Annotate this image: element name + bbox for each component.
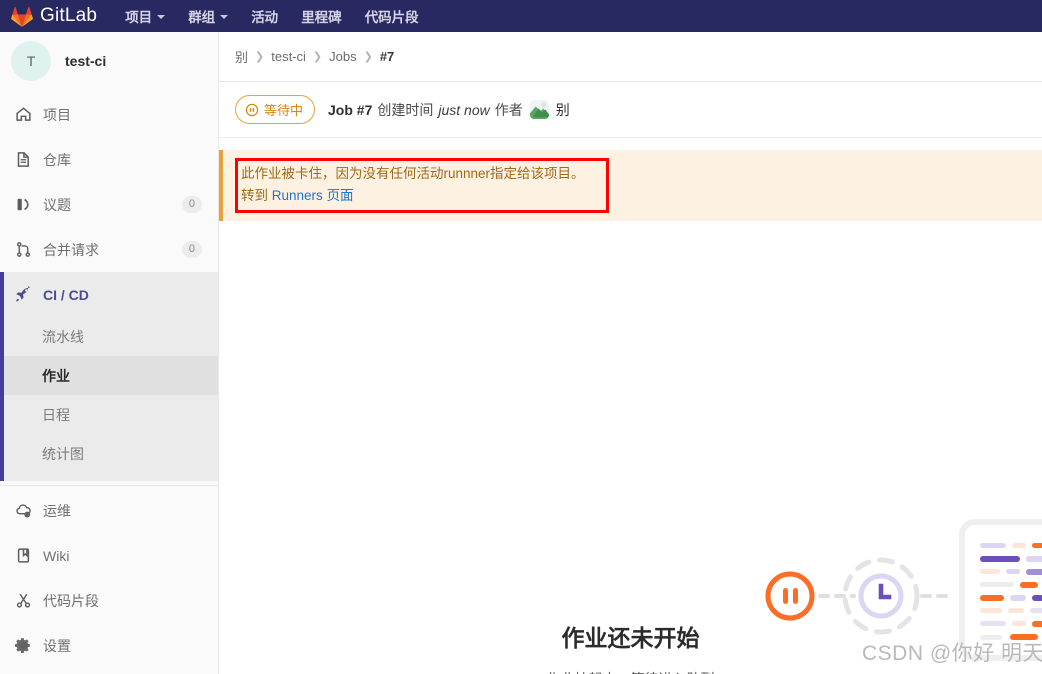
empty-state-title: 作业还未开始 bbox=[561, 625, 700, 651]
breadcrumb: 别 ❯ test-ci ❯ Jobs ❯ #7 bbox=[219, 32, 1042, 82]
project-sidebar: T test-ci 项目 仓库 议题 0 合并请求 0 CI / CD 流水线 … bbox=[0, 32, 219, 674]
status-badge[interactable]: 等待中 bbox=[235, 95, 316, 124]
merge-request-icon bbox=[14, 241, 32, 259]
gitlab-tanuki-logo-icon bbox=[11, 6, 33, 27]
cloud-gear-icon bbox=[14, 502, 32, 520]
book-icon bbox=[14, 547, 32, 565]
sidebar-item-label: Wiki bbox=[43, 547, 70, 564]
breadcrumb-separator: ❯ bbox=[312, 51, 323, 63]
ci-cd-subnav: 流水线 作业 日程 统计图 bbox=[0, 317, 218, 481]
project-header-link[interactable]: T test-ci bbox=[0, 32, 218, 90]
created-time: just now bbox=[438, 101, 490, 118]
sidebar-subitem-schedules[interactable]: 日程 bbox=[0, 395, 218, 434]
sidebar-subitem-label: 统计图 bbox=[42, 445, 84, 462]
sidebar-item-settings[interactable]: 设置 bbox=[0, 623, 218, 668]
sidebar-subitem-label: 日程 bbox=[42, 406, 70, 423]
page-title: Job #7 创建时间 just now 作者 别 bbox=[328, 100, 570, 120]
alert-region: 此作业被卡住，因为没有任何活动runnner指定给该项目。 转到 Runners… bbox=[219, 138, 1042, 221]
nav-item-label: 代码片段 bbox=[364, 10, 419, 25]
sidebar-item-snippets[interactable]: 代码片段 bbox=[0, 578, 218, 623]
sidebar-item-label: CI / CD bbox=[43, 286, 89, 303]
sidebar-subitem-jobs[interactable]: 作业 bbox=[0, 356, 218, 395]
alert-message: 此作业被卡住，因为没有任何活动runnner指定给该项目。 bbox=[241, 166, 585, 181]
sidebar-item-label: 议题 bbox=[43, 196, 71, 213]
nav-item-groups[interactable]: 群组 bbox=[188, 6, 229, 26]
nav-item-label: 群组 bbox=[188, 10, 216, 25]
gitlab-job-page: GitLab 项目 群组 活动 里程碑 代码片段 T test-ci 项目 仓库… bbox=[0, 0, 1042, 674]
nav-item-projects[interactable]: 项目 bbox=[125, 6, 166, 26]
sidebar-subitem-charts[interactable]: 统计图 bbox=[0, 434, 218, 473]
alert-link-line: 转到 Runners 页面 bbox=[241, 185, 1026, 207]
stuck-job-alert: 此作业被卡住，因为没有任何活动runnner指定给该项目。 转到 Runners… bbox=[219, 150, 1042, 221]
nav-item-snippets[interactable]: 代码片段 bbox=[365, 6, 419, 26]
nav-item-label: 项目 bbox=[125, 10, 153, 25]
sidebar-item-label: 项目 bbox=[43, 106, 71, 123]
breadcrumb-item-job-id[interactable]: #7 bbox=[380, 49, 394, 64]
sidebar-item-label: 仓库 bbox=[43, 151, 71, 168]
alert-link-prefix: 转到 bbox=[241, 188, 268, 203]
avatar[interactable] bbox=[529, 100, 549, 119]
author-label: 作者 bbox=[494, 101, 523, 118]
author-name[interactable]: 别 bbox=[556, 100, 570, 120]
sidebar-item-merge-requests[interactable]: 合并请求 0 bbox=[0, 227, 218, 272]
breadcrumb-item-namespace[interactable]: 别 bbox=[235, 47, 248, 66]
gear-icon bbox=[14, 637, 32, 655]
sidebar-item-ci-cd[interactable]: CI / CD bbox=[0, 272, 218, 317]
chevron-down-icon bbox=[220, 15, 229, 19]
empty-state-subtitle: 作业挂起中，等待进入队列 bbox=[219, 669, 1042, 674]
nav-item-label: 活动 bbox=[251, 10, 279, 25]
sidebar-item-label: 代码片段 bbox=[43, 592, 99, 609]
gitlab-home-link[interactable]: GitLab bbox=[11, 5, 97, 27]
nav-item-milestones[interactable]: 里程碑 bbox=[301, 6, 342, 26]
pause-circle-icon bbox=[245, 103, 259, 117]
main-content: 别 ❯ test-ci ❯ Jobs ❯ #7 等待中 Job #7 创建时间 … bbox=[219, 32, 1042, 674]
scissors-icon bbox=[14, 592, 32, 610]
empty-state-text: 作业还未开始 作业挂起中，等待进入队列 取消此作业 bbox=[219, 619, 1042, 674]
sidebar-nav-list: 项目 仓库 议题 0 合并请求 0 CI / CD 流水线 作业 日程 统计图 … bbox=[0, 92, 218, 668]
status-badge-label: 等待中 bbox=[264, 103, 304, 118]
runners-page-link[interactable]: Runners bbox=[272, 188, 323, 203]
breadcrumb-separator: ❯ bbox=[363, 51, 373, 63]
job-id-label: Job #7 bbox=[328, 101, 373, 118]
nav-item-activity[interactable]: 活动 bbox=[251, 6, 278, 26]
sidebar-item-wiki[interactable]: Wiki bbox=[0, 533, 218, 578]
sidebar-subitem-pipelines[interactable]: 流水线 bbox=[0, 317, 218, 356]
sidebar-item-project[interactable]: 项目 bbox=[0, 92, 218, 137]
job-empty-state: 作业还未开始 作业挂起中，等待进入队列 取消此作业 bbox=[219, 221, 1042, 674]
top-navigation-bar: GitLab 项目 群组 活动 里程碑 代码片段 bbox=[0, 0, 1042, 32]
merge-requests-count-badge: 0 bbox=[181, 241, 202, 258]
breadcrumb-separator: ❯ bbox=[255, 51, 265, 63]
sidebar-item-issues[interactable]: 议题 0 bbox=[0, 182, 218, 227]
runners-page-link-suffix[interactable]: 页面 bbox=[327, 188, 354, 203]
issues-icon bbox=[14, 196, 32, 214]
issues-count-badge: 0 bbox=[181, 196, 202, 213]
sidebar-subitem-label: 流水线 bbox=[42, 328, 84, 345]
sidebar-item-repository[interactable]: 仓库 bbox=[0, 137, 218, 182]
sidebar-item-label: 合并请求 bbox=[43, 241, 99, 258]
top-nav-items: 项目 群组 活动 里程碑 代码片段 bbox=[125, 6, 419, 26]
breadcrumb-item-jobs[interactable]: Jobs bbox=[329, 49, 356, 64]
project-avatar: T bbox=[11, 41, 51, 81]
breadcrumb-item-project[interactable]: test-ci bbox=[271, 49, 306, 64]
nav-item-label: 里程碑 bbox=[301, 10, 342, 25]
project-name: test-ci bbox=[65, 53, 107, 69]
brand-name: GitLab bbox=[40, 5, 98, 26]
job-header: 等待中 Job #7 创建时间 just now 作者 别 bbox=[219, 82, 1042, 138]
created-label: 创建时间 bbox=[377, 101, 434, 118]
sidebar-item-operations[interactable]: 运维 bbox=[0, 488, 218, 533]
sidebar-item-label: 设置 bbox=[43, 637, 71, 654]
document-icon bbox=[14, 151, 32, 169]
rocket-icon bbox=[14, 286, 32, 304]
home-icon bbox=[14, 106, 32, 124]
sidebar-item-label: 运维 bbox=[43, 502, 71, 519]
sidebar-divider bbox=[0, 485, 218, 486]
chevron-down-icon bbox=[157, 15, 166, 19]
sidebar-subitem-label: 作业 bbox=[42, 367, 70, 384]
